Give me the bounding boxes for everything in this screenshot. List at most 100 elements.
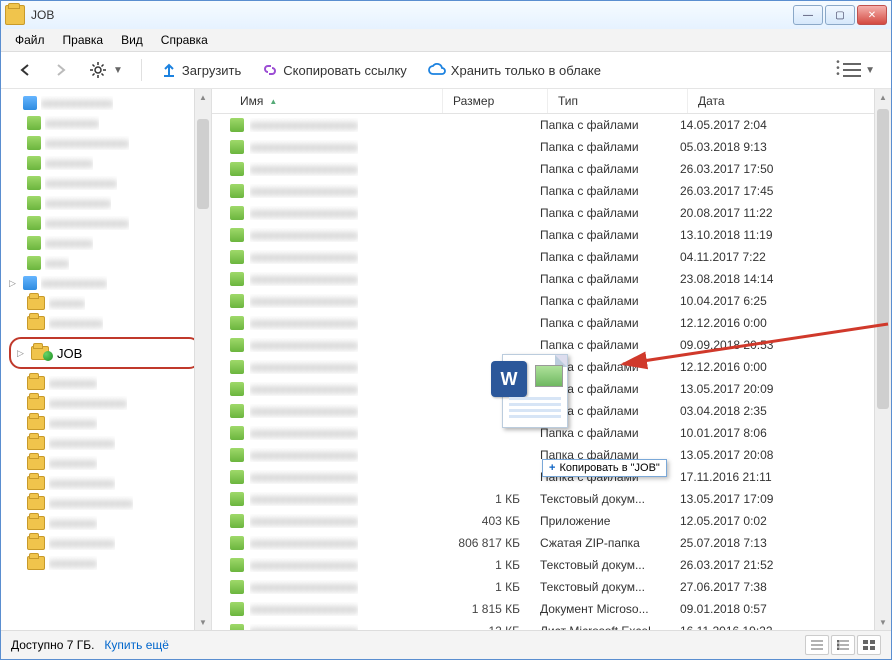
table-row[interactable]: xxxxxxxxxxxxxxxxxxПапка с файлами04.11.2… [212,246,891,268]
file-name: xxxxxxxxxxxxxxxxxx [250,184,358,198]
sidebar-tree[interactable]: xxxxxxxxxxxx xxxxxxxxx xxxxxxxxxxxxxx xx… [1,89,212,630]
menubar: Файл Правка Вид Справка [1,29,891,52]
table-row[interactable]: xxxxxxxxxxxxxxxxxxПапка с файлами14.05.2… [212,114,891,136]
upload-button[interactable]: Загрузить [152,57,249,83]
sidebar-item-label: JOB [57,346,82,361]
file-name: xxxxxxxxxxxxxxxxxx [250,492,358,506]
file-name: xxxxxxxxxxxxxxxxxx [250,382,358,396]
menu-edit[interactable]: Правка [55,31,112,49]
cell-size: 1 КБ [425,580,530,594]
buy-more-link[interactable]: Купить ещё [104,638,169,652]
file-name: xxxxxxxxxxxxxxxxxx [250,206,358,220]
table-row[interactable]: xxxxxxxxxxxxxxxxxxПапка с файлами10.04.2… [212,290,891,312]
cell-size: 12 КБ [425,624,530,630]
cell-type: Папка с файлами [530,206,670,220]
cell-type: Лист Microsoft Excel [530,624,670,630]
column-name[interactable]: Имя▲ [230,89,443,113]
table-row[interactable]: xxxxxxxxxxxxxxxxxx1 КБТекстовый докум...… [212,554,891,576]
table-row[interactable]: xxxxxxxxxxxxxxxxxx12 КБЛист Microsoft Ex… [212,620,891,630]
menu-file[interactable]: Файл [7,31,53,49]
cell-date: 20.08.2017 11:22 [670,206,891,220]
table-row[interactable]: xxxxxxxxxxxxxxxxxx403 КБПриложение12.05.… [212,510,891,532]
titlebar[interactable]: JOB — ▢ ✕ [1,1,891,29]
column-headers: Имя▲ Размер Тип Дата [212,89,891,114]
menu-view[interactable]: Вид [113,31,151,49]
table-row[interactable]: xxxxxxxxxxxxxxxxxx1 815 КБДокумент Micro… [212,598,891,620]
cell-type: Папка с файлами [530,404,670,418]
view-details-button[interactable] [805,635,829,655]
table-row[interactable]: xxxxxxxxxxxxxxxxxxПапка с файлами26.03.2… [212,158,891,180]
settings-button[interactable]: ▼ [81,57,131,83]
table-row[interactable]: xxxxxxxxxxxxxxxxxxПапка с файлами05.03.2… [212,136,891,158]
chevron-down-icon: ▼ [865,65,875,76]
table-row[interactable]: xxxxxxxxxxxxxxxxxx806 817 КБСжатая ZIP-п… [212,532,891,554]
column-type[interactable]: Тип [548,89,688,113]
file-name: xxxxxxxxxxxxxxxxxx [250,294,358,308]
nav-forward-button[interactable] [45,58,77,82]
menu-help[interactable]: Справка [153,31,216,49]
expand-triangle-icon[interactable]: ▷ [17,348,27,359]
explorer-window: JOB — ▢ ✕ Файл Правка Вид Справка ▼ Загр… [0,0,892,660]
cell-type: Текстовый докум... [530,580,670,594]
sync-status-icon [230,448,244,462]
cell-date: 25.07.2018 7:13 [670,536,891,550]
file-name: xxxxxxxxxxxxxxxxxx [250,250,358,264]
file-name: xxxxxxxxxxxxxxxxxx [250,426,358,440]
sync-status-icon [230,338,244,352]
table-row[interactable]: xxxxxxxxxxxxxxxxxxПапка с файлами13.10.2… [212,224,891,246]
view-mode-button[interactable]: ▼ [843,63,875,77]
table-row[interactable]: xxxxxxxxxxxxxxxxxx1 КБТекстовый докум...… [212,488,891,510]
table-row[interactable]: xxxxxxxxxxxxxxxxxxПапка с файлами23.08.2… [212,268,891,290]
view-list-button[interactable] [831,635,855,655]
chevron-down-icon: ▼ [113,65,123,76]
cell-date: 26.03.2017 17:45 [670,184,891,198]
view-icons-button[interactable] [857,635,881,655]
table-row[interactable]: xxxxxxxxxxxxxxxxxx1 КБТекстовый докум...… [212,576,891,598]
cell-type: Приложение [530,514,670,528]
file-name: xxxxxxxxxxxxxxxxxx [250,470,358,484]
table-row[interactable]: xxxxxxxxxxxxxxxxxx Папка с файлами20.08.2… [212,202,891,224]
table-row[interactable]: xxxxxxxxxxxxxxxxxxПапка с файлами12.12.2… [212,312,891,334]
sync-status-icon [230,404,244,418]
sync-status-icon [230,272,244,286]
table-row[interactable]: xxxxxxxxxxxxxxxxxx Папка с файлами10.01.2… [212,422,891,444]
sync-status-icon [230,228,244,242]
sync-badge-icon [43,351,53,361]
sync-status-icon [230,492,244,506]
copy-link-button[interactable]: Скопировать ссылку [253,57,415,83]
list-scrollbar[interactable]: ▲▼ [874,89,891,630]
close-button[interactable]: ✕ [857,5,887,25]
cloud-only-button[interactable]: Хранить только в облаке [419,58,609,82]
nav-back-button[interactable] [9,58,41,82]
cell-type: Текстовый докум... [530,492,670,506]
cell-type: Папка с файлами [530,184,670,198]
cell-type: Папка с файлами [530,426,670,440]
toolbar: ▼ Загрузить Скопировать ссылку Хранить т… [1,52,891,89]
sync-status-icon [230,470,244,484]
column-date[interactable]: Дата [688,89,891,113]
cell-date: 03.04.2018 2:35 [670,404,891,418]
folder-icon [5,5,25,25]
table-row[interactable]: xxxxxxxxxxxxxxxxxxПапка с файлами03.04.2… [212,400,891,422]
sync-status-icon [230,514,244,528]
sidebar-scrollbar[interactable]: ▲▼ [194,89,211,630]
table-row[interactable]: xxxxxxxxxxxxxxxxxxПапка с файлами13.05.2… [212,378,891,400]
file-name: xxxxxxxxxxxxxxxxxx [250,162,358,176]
minimize-button[interactable]: — [793,5,823,25]
maximize-button[interactable]: ▢ [825,5,855,25]
cell-date: 23.08.2018 14:14 [670,272,891,286]
sidebar-item-job[interactable]: ▷ JOB [9,337,201,369]
table-row[interactable]: xxxxxxxxxxxxxxxxxx Папка с файлами26.03.2… [212,180,891,202]
cell-type: Папка с файлами [530,162,670,176]
column-size[interactable]: Размер [443,89,548,113]
table-row[interactable]: xxxxxxxxxxxxxxxxxxПапка с файлами12.12.2… [212,356,891,378]
window-title: JOB [31,8,54,22]
file-name: xxxxxxxxxxxxxxxxxx [250,602,358,616]
cell-date: 05.03.2018 9:13 [670,140,891,154]
plus-icon: + [549,462,555,474]
file-name: xxxxxxxxxxxxxxxxxx [250,558,358,572]
cell-date: 10.04.2017 6:25 [670,294,891,308]
table-row[interactable]: xxxxxxxxxxxxxxxxxxПапка с файлами09.09.2… [212,334,891,356]
cell-size: 806 817 КБ [425,536,530,550]
cell-date: 10.01.2017 8:06 [670,426,891,440]
